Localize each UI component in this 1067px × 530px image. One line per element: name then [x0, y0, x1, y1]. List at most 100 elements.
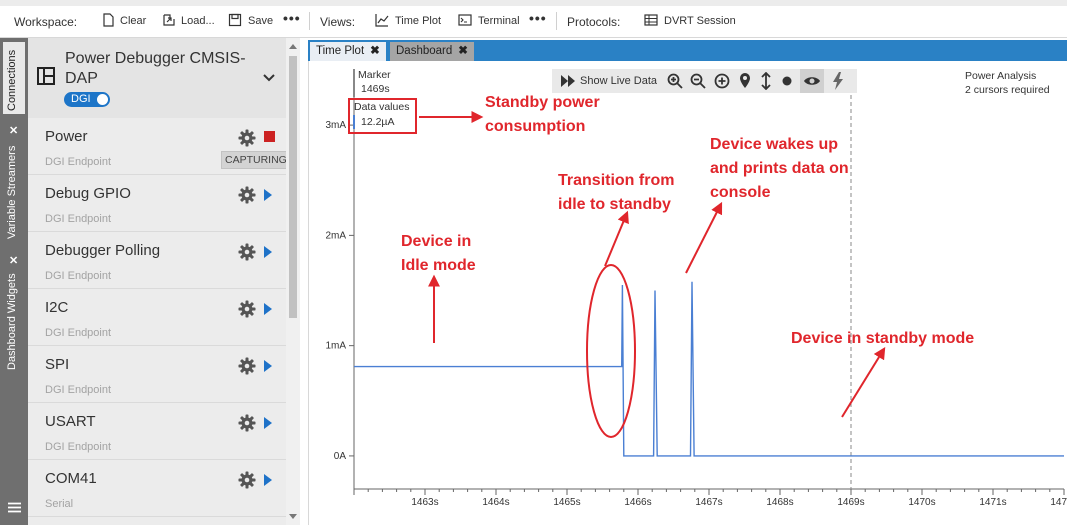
annotation-arrow — [604, 210, 629, 267]
endpoint-item[interactable]: Debug GPIO DGI Endpoint — [28, 175, 286, 232]
dgi-badge-label: DGI — [71, 93, 91, 105]
annotation-arrow — [685, 201, 723, 274]
y-tick-label: 1mA — [325, 341, 346, 352]
tab-time-plot[interactable]: Time Plot ✖ — [310, 42, 386, 61]
endpoint-name: USART — [45, 413, 96, 430]
record-dot-icon[interactable] — [782, 76, 792, 86]
tab-connections[interactable]: Connections — [3, 42, 25, 114]
dashboard-layout-icon — [37, 67, 55, 85]
close-icon[interactable]: ✖ — [458, 45, 468, 57]
eye-toggle-button[interactable] — [800, 69, 824, 93]
scroll-up-arrow-icon[interactable] — [289, 44, 297, 49]
lightning-icon[interactable] — [832, 72, 844, 90]
endpoint-item[interactable]: I2C DGI Endpoint — [28, 289, 286, 346]
gear-icon[interactable] — [238, 129, 256, 147]
terminal-icon — [458, 14, 472, 26]
annotation-standby-power: Standby power consumption — [485, 91, 600, 139]
divider — [556, 12, 557, 30]
tab-variable-streamers[interactable]: ✕ Variable Streamers — [3, 120, 25, 242]
endpoint-name: Debug GPIO — [45, 185, 131, 202]
scroll-thumb[interactable] — [289, 56, 297, 318]
x-tick-label: 1467s — [695, 497, 722, 508]
tab-dashboard-widgets[interactable]: ✕ Dashboard Widgets — [3, 250, 25, 372]
more-options-button[interactable]: ••• — [283, 10, 301, 26]
device-header[interactable]: Power Debugger CMSIS- DAP DGI — [28, 38, 286, 118]
add-circle-icon[interactable] — [714, 73, 730, 89]
x-tick-label: 1463s — [411, 497, 438, 508]
play-icon[interactable] — [264, 474, 272, 486]
gear-icon[interactable] — [238, 414, 256, 432]
top-strip — [0, 0, 1067, 6]
zoom-in-icon[interactable] — [667, 73, 683, 89]
annotation-transition: Transition from idle to standby — [558, 169, 674, 217]
data-values-color-bar — [353, 115, 355, 129]
marker-label: Marker — [358, 69, 391, 81]
endpoint-type: DGI Endpoint — [45, 213, 112, 225]
device-title: Power Debugger CMSIS- DAP — [65, 49, 246, 89]
annotation-line: Standby power — [485, 94, 600, 111]
play-icon[interactable] — [264, 360, 272, 372]
annotation-line: Idle mode — [401, 257, 476, 274]
close-icon[interactable]: ✕ — [9, 254, 18, 267]
views-label: Views: — [320, 15, 356, 29]
endpoint-name: SPI — [45, 356, 70, 373]
close-icon[interactable]: ✕ — [9, 124, 18, 137]
current-plot-chart[interactable]: 3mA2mA1mA0A 1463s 1464s 1465s 1466s 1467s 146… — [309, 61, 1067, 525]
time-plot: 3mA 2mA 1mA 0A 1463s 1464s 1465s 1466s 1467s 146… — [308, 61, 1067, 525]
play-icon[interactable] — [264, 246, 272, 258]
gear-icon[interactable] — [238, 357, 256, 375]
tab-dashboard-label: Dashboard — [396, 45, 453, 57]
tab-dashboard[interactable]: Dashboard ✖ — [390, 42, 474, 61]
divider — [309, 12, 310, 30]
x-tick-label: 1466s — [624, 497, 651, 508]
y-tick-label: 0A — [334, 451, 347, 462]
stop-icon[interactable] — [264, 131, 275, 142]
chevron-down-icon[interactable] — [263, 74, 275, 82]
tab-connections-label: Connections — [6, 49, 18, 111]
annotation-device-wakes: Device wakes up and prints data on conso… — [710, 133, 849, 205]
transition-highlight-ellipse — [586, 264, 636, 438]
sidebar-scrollbar[interactable] — [286, 38, 300, 525]
play-icon[interactable] — [264, 189, 272, 201]
data-value: 12.2µA — [361, 116, 395, 128]
endpoint-item[interactable]: Power DGI Endpoint CAPTURING — [28, 118, 286, 175]
endpoint-item[interactable]: Debugger Polling DGI Endpoint — [28, 232, 286, 289]
annotation-arrow — [841, 346, 886, 418]
more-views-button[interactable]: ••• — [529, 10, 547, 26]
show-live-data-label: Show Live Data — [580, 75, 658, 87]
play-icon[interactable] — [264, 303, 272, 315]
annotation-line: idle to standby — [558, 196, 671, 213]
data-values-label: Data values — [354, 101, 410, 113]
current-trace-line — [354, 281, 1064, 457]
tab-dashboard-widgets-label: Dashboard Widgets — [6, 273, 18, 370]
endpoint-type: DGI Endpoint — [45, 270, 112, 282]
x-tick-label: 1472s — [1050, 497, 1067, 508]
x-tick-label: 1468s — [766, 497, 793, 508]
gear-icon[interactable] — [238, 471, 256, 489]
close-icon[interactable]: ✖ — [370, 45, 380, 57]
endpoint-name: Power — [45, 128, 88, 145]
load-label: Load... — [181, 15, 215, 27]
vertical-resize-icon[interactable] — [760, 72, 772, 90]
terminal-label: Terminal — [478, 15, 520, 27]
endpoint-name: I2C — [45, 299, 69, 316]
gear-icon[interactable] — [238, 243, 256, 261]
dgi-toggle[interactable]: DGI — [64, 92, 110, 107]
gear-icon[interactable] — [238, 186, 256, 204]
annotation-idle-mode: Device in Idle mode — [401, 230, 476, 278]
line-chart-icon — [375, 14, 389, 27]
scroll-down-arrow-icon[interactable] — [289, 514, 297, 519]
annotation-line: and prints data on — [710, 160, 849, 177]
hamburger-menu-icon[interactable] — [8, 502, 21, 513]
x-tick-label: 1469s — [837, 497, 864, 508]
gear-icon[interactable] — [238, 300, 256, 318]
annotation-line: Device in — [401, 233, 472, 250]
trace-group — [354, 281, 1064, 457]
zoom-out-icon[interactable] — [690, 73, 706, 89]
map-pin-icon[interactable] — [738, 72, 752, 90]
power-analysis-panel[interactable]: Power Analysis 2 cursors required — [965, 69, 1050, 97]
endpoint-item[interactable]: COM41 Serial — [28, 460, 286, 517]
endpoint-item[interactable]: USART DGI Endpoint — [28, 403, 286, 460]
play-icon[interactable] — [264, 417, 272, 429]
endpoint-item[interactable]: SPI DGI Endpoint — [28, 346, 286, 403]
